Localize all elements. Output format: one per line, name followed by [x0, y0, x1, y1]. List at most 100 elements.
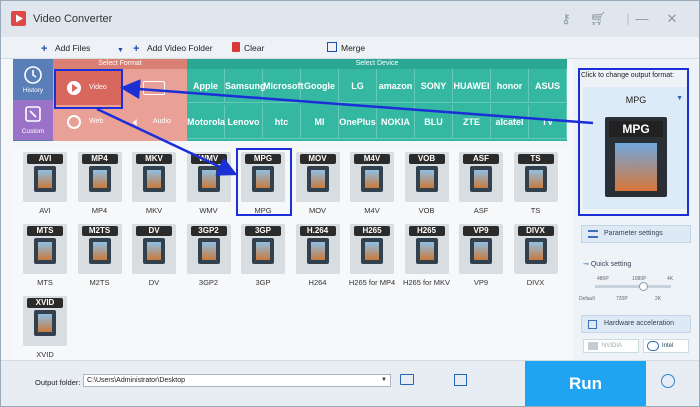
- format-badge: ASF: [463, 154, 499, 164]
- tick-default: Default: [579, 296, 595, 302]
- format-tile-wmv[interactable]: WMV WMV: [183, 152, 235, 220]
- history-icon: [24, 66, 42, 84]
- format-tile-h265-for-mp4[interactable]: H265 H265 for MP4: [346, 224, 398, 292]
- brand-zte[interactable]: ZTE: [453, 105, 491, 139]
- browse-folder-icon[interactable]: [454, 374, 467, 386]
- format-label: M4V: [364, 206, 380, 215]
- format-tile-xvid[interactable]: XVID XVID: [19, 296, 71, 364]
- brand-samsung[interactable]: Samsung: [225, 69, 266, 103]
- parameter-settings-button[interactable]: Parameter settings: [581, 225, 691, 243]
- title-bar: Video Converter ⚷ 🛒︎ | — ✕: [1, 1, 699, 37]
- format-tile-h265-for-mkv[interactable]: H265 H265 for MKV: [401, 224, 453, 292]
- format-thumbnail: ASF: [459, 152, 503, 202]
- format-tile-h264[interactable]: H.264 H264: [292, 224, 344, 292]
- brand-google[interactable]: Google: [301, 69, 339, 103]
- brand-tv[interactable]: TV: [529, 105, 567, 139]
- format-label: H265 for MP4: [348, 278, 396, 287]
- brand-htc[interactable]: htc: [263, 105, 301, 139]
- format-tile-divx[interactable]: DIVX DIVX: [510, 224, 562, 292]
- nvidia-option[interactable]: NVIDIA: [583, 339, 639, 353]
- sidebar-item-history[interactable]: History: [13, 59, 53, 99]
- brand-lenovo[interactable]: Lenovo: [225, 105, 263, 139]
- format-badge: WMV: [190, 154, 227, 164]
- format-label: AVI: [39, 206, 51, 215]
- add-folder-button[interactable]: ▼ + Add Video Folder: [117, 41, 213, 55]
- brand-nokia[interactable]: NOKIA: [377, 105, 415, 139]
- brand-alcatel[interactable]: alcatel: [491, 105, 529, 139]
- quality-slider[interactable]: [595, 282, 671, 291]
- select-device-header: Select Device: [187, 59, 567, 69]
- format-badge: AVI: [27, 154, 63, 164]
- brand-lg[interactable]: LG: [339, 69, 377, 103]
- format-tile-asf[interactable]: ASF ASF: [455, 152, 507, 220]
- format-tile-m4v[interactable]: M4V M4V: [346, 152, 398, 220]
- brand-oneplus[interactable]: OnePlus: [339, 105, 377, 139]
- minimize-icon[interactable]: —: [633, 10, 651, 28]
- intel-option[interactable]: Intel: [643, 339, 689, 353]
- brand-sony[interactable]: SONY: [415, 69, 453, 103]
- intel-logo-icon: [647, 341, 659, 351]
- format-thumbnail: 3GP2: [186, 224, 231, 274]
- chevron-down-icon[interactable]: ▼: [381, 375, 387, 386]
- format-label: MTS: [37, 278, 53, 287]
- format-tile-mov[interactable]: MOV MOV: [292, 152, 344, 220]
- format-thumbnail: H265: [350, 224, 394, 274]
- format-thumbnail: DIVX: [513, 224, 558, 274]
- sidebar-item-custom[interactable]: Custom: [13, 100, 53, 140]
- brand-huawei[interactable]: HUAWEI: [453, 69, 491, 103]
- close-icon[interactable]: ✕: [663, 10, 681, 28]
- hardware-acceleration-button[interactable]: Hardware acceleration: [581, 315, 691, 333]
- tick-4k: 4K: [667, 276, 674, 282]
- brand-mi[interactable]: MI: [301, 105, 339, 139]
- format-badge: XVID: [27, 298, 63, 308]
- brand-honor[interactable]: honor: [491, 69, 529, 103]
- format-label: TS: [530, 206, 541, 215]
- run-button[interactable]: Run: [525, 361, 646, 406]
- plus-icon: +: [41, 43, 48, 55]
- format-tile-dv[interactable]: DV DV: [128, 224, 180, 292]
- clear-button[interactable]: Clear: [232, 41, 264, 55]
- film-reel-icon: [524, 238, 547, 264]
- cart-icon[interactable]: 🛒︎: [589, 10, 607, 28]
- format-badge: DV: [136, 226, 172, 236]
- format-tile-avi[interactable]: AVI AVI: [19, 152, 71, 220]
- format-tile-m2ts[interactable]: M2TS M2TS: [74, 224, 126, 292]
- format-tile-vob[interactable]: VOB VOB: [401, 152, 453, 220]
- category-hd[interactable]: [123, 71, 185, 105]
- brand-motorola[interactable]: Motorola: [187, 105, 225, 139]
- format-badge: H.264: [299, 226, 336, 236]
- format-tile-mkv[interactable]: MKV MKV: [128, 152, 180, 220]
- trash-icon: [232, 42, 240, 52]
- add-files-button[interactable]: + Add Files: [41, 41, 90, 55]
- app-logo-icon: [11, 11, 26, 26]
- format-thumbnail: MP4: [77, 152, 122, 202]
- brand-apple[interactable]: Apple: [187, 69, 225, 103]
- brand-asus[interactable]: ASUS: [529, 69, 567, 103]
- format-thumbnail: VOB: [404, 152, 449, 202]
- brand-amazon[interactable]: amazon: [377, 69, 415, 103]
- format-badge: DIVX: [517, 226, 554, 236]
- format-tile-mts[interactable]: MTS MTS: [19, 224, 71, 292]
- format-label: XVID: [36, 350, 54, 359]
- output-folder-field[interactable]: C:\Users\Administrator\Desktop ▼: [83, 374, 391, 387]
- category-web[interactable]: Web: [55, 105, 121, 139]
- category-audio[interactable]: 🔈︎ Audio: [123, 105, 185, 139]
- format-tile-vp9[interactable]: VP9 VP9: [455, 224, 507, 292]
- format-tile-3gp2[interactable]: 3GP2 3GP2: [183, 224, 235, 292]
- custom-icon: [25, 106, 41, 122]
- film-reel-icon: [34, 166, 56, 192]
- alarm-clock-icon[interactable]: [661, 374, 675, 388]
- brand-blu[interactable]: BLU: [415, 105, 453, 139]
- format-tile-ts[interactable]: TS TS: [510, 152, 562, 220]
- brand-microsoft[interactable]: Microsoft: [263, 69, 304, 103]
- merge-button[interactable]: Merge: [327, 41, 365, 55]
- film-reel-icon: [470, 166, 492, 192]
- film-reel-icon: [143, 238, 165, 264]
- format-label: MP4: [91, 206, 108, 215]
- format-tile-3gp[interactable]: 3GP 3GP: [237, 224, 289, 292]
- format-tile-mp4[interactable]: MP4 MP4: [74, 152, 126, 220]
- key-icon[interactable]: ⚷: [557, 10, 575, 28]
- slider-thumb[interactable]: [639, 282, 648, 291]
- annotation-mpg-highlight: [236, 148, 292, 216]
- open-folder-icon[interactable]: [400, 374, 414, 385]
